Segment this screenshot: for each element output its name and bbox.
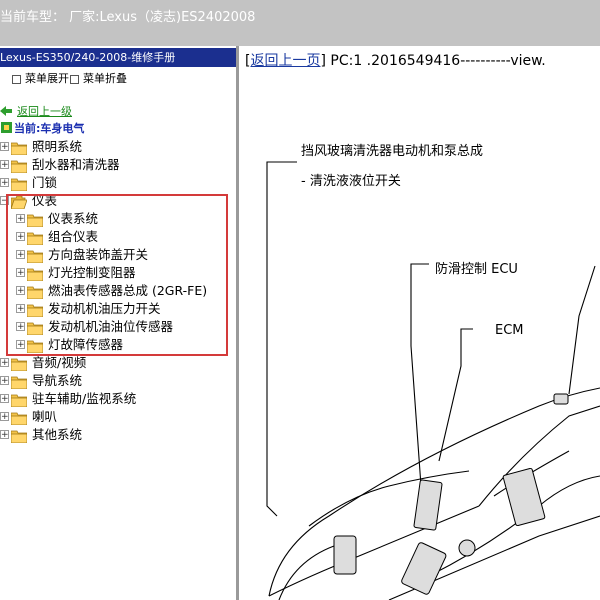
expand-toggle-icon[interactable]: +: [0, 394, 9, 404]
tree-item[interactable]: + 其他系统: [0, 426, 230, 444]
folder-icon: [10, 392, 28, 408]
tree-item-label: 刮水器和清洗器: [32, 157, 120, 172]
tree-item[interactable]: + 驻车辅助/监视系统: [0, 390, 230, 408]
manual-header: Lexus-ES350/240-2008-维修手册: [0, 48, 236, 67]
folder-icon: [10, 356, 28, 372]
car-windshield-outline: [478, 405, 600, 507]
expand-all-button[interactable]: 菜单展开: [12, 70, 69, 86]
expand-toggle-icon[interactable]: +: [0, 430, 9, 440]
washer-motor-callout: 挡风玻璃清洗器电动机和泵总成: [301, 144, 484, 159]
folder-icon: [10, 176, 28, 192]
collapse-all-icon: [70, 74, 79, 84]
leader-line: [410, 263, 429, 487]
tree-item-label: 导航系统: [32, 373, 83, 388]
sensor-part: [458, 539, 476, 557]
folder-icon: [10, 410, 28, 426]
leader-line: [266, 161, 297, 517]
window-title: 当前车型： 厂家:Lexus（凌志)ES2402008: [0, 10, 256, 25]
collapse-all-label: 菜单折叠: [83, 72, 127, 85]
current-marker-icon: [1, 122, 12, 133]
expand-toggle-icon[interactable]: +: [0, 160, 9, 170]
tree-item[interactable]: + 照明系统: [0, 138, 230, 156]
skid-ecu-callout: 防滑控制 ECU: [435, 262, 518, 277]
current-location-label: 当前:车身电气: [14, 122, 85, 135]
title-bar: 当前车型： 厂家:Lexus（凌志)ES2402008: [0, 0, 600, 46]
tree-item[interactable]: + 音频/视频: [0, 354, 230, 372]
tree-item-label: 其他系统: [32, 427, 83, 442]
tree-item[interactable]: + 导航系统: [0, 372, 230, 390]
collapse-all-button[interactable]: 菜单折叠: [70, 70, 127, 86]
tree-item-label: 照明系统: [32, 139, 83, 154]
expand-toggle-icon[interactable]: +: [0, 358, 9, 368]
expand-toggle-icon[interactable]: +: [0, 376, 9, 386]
folder-icon: [10, 140, 28, 156]
tree-item[interactable]: + 刮水器和清洗器: [0, 156, 230, 174]
tree-item-label: 音频/视频: [32, 355, 87, 370]
tree-item-label: 门锁: [32, 175, 58, 190]
back-up-label: 返回上一级: [17, 105, 72, 118]
page-header: [返回上一页] PC:1 .2016549416----------view.: [245, 53, 546, 69]
washer-pump-part: [333, 535, 357, 575]
harness-part: [401, 542, 447, 595]
folder-icon: [10, 374, 28, 390]
page-info: PC:1 .2016549416----------view.: [330, 53, 546, 69]
ecm-callout: ECM: [495, 323, 524, 338]
back-page-link[interactable]: 返回上一页: [250, 53, 320, 69]
green-back-arrow-icon: [0, 106, 12, 116]
washer-level-callout: - 清洗液液位开关: [301, 174, 401, 189]
content-pane: [返回上一页] PC:1 .2016549416----------view. …: [239, 46, 600, 600]
folder-icon: [10, 428, 28, 444]
expand-toggle-icon[interactable]: +: [0, 142, 9, 152]
expand-toggle-icon[interactable]: +: [0, 178, 9, 188]
expand-all-label: 菜单展开: [25, 72, 69, 85]
expand-all-icon: [12, 74, 21, 84]
tree-item-label: 驻车辅助/监视系统: [32, 391, 137, 406]
leader-line: [438, 328, 473, 462]
tree-item[interactable]: + 门锁: [0, 174, 230, 192]
relay-part: [553, 393, 569, 405]
tree-item-label: 喇叭: [32, 409, 58, 424]
selection-highlight-box: [6, 194, 228, 356]
tree-item[interactable]: + 喇叭: [0, 408, 230, 426]
leader-line: [568, 265, 596, 395]
ecm-part: [502, 467, 546, 527]
folder-icon: [10, 158, 28, 174]
expand-toggle-icon[interactable]: +: [0, 412, 9, 422]
car-fender-outline: [268, 505, 480, 597]
